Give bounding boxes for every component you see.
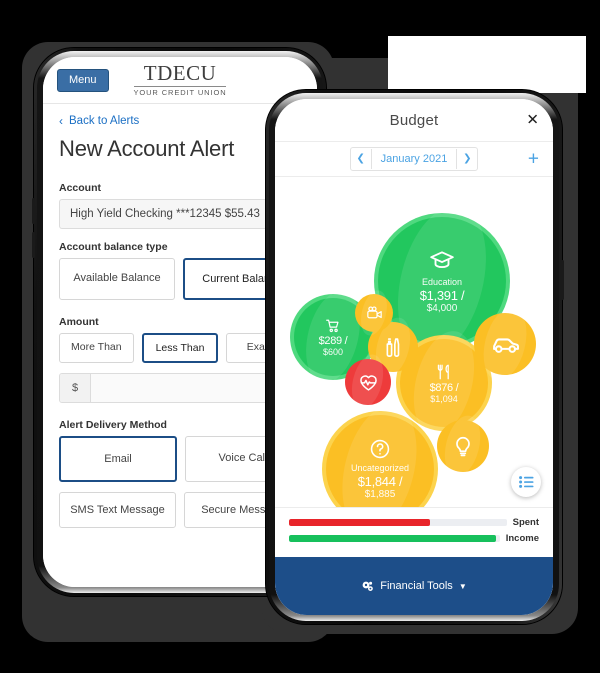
list-view-button[interactable]: [511, 467, 541, 497]
lightbulb-icon: [456, 436, 470, 457]
bubble-budget-value: $600: [322, 346, 344, 357]
list-icon: [518, 476, 533, 488]
volume-down-button[interactable]: [32, 232, 35, 258]
right-phone-device: Budget ✕ ❮ January 2021 ❯ + $876 /$1,094…: [266, 90, 564, 624]
balance-type-options: Available Balance Current Balance: [59, 258, 301, 300]
budget-bubble[interactable]: [474, 313, 536, 375]
budget-bubble[interactable]: [437, 420, 489, 472]
bubble-category-name: Education: [421, 277, 463, 287]
right-phone-screen: Budget ✕ ❮ January 2021 ❯ + $876 /$1,094…: [275, 99, 553, 615]
car-icon: [491, 330, 520, 359]
bubble-spent-value: $876 /: [429, 381, 459, 394]
option-available-balance[interactable]: Available Balance: [59, 258, 175, 300]
legend-label: Income: [505, 533, 539, 544]
tools-icon: [361, 580, 374, 593]
amount-input-group: $: [59, 373, 301, 403]
bubble-budget-value: $1,094: [430, 393, 458, 404]
car-icon: [492, 337, 519, 353]
chevron-right-icon[interactable]: ❯: [457, 149, 477, 169]
budget-bubble-chart: $876 /$1,094 $289 /$600 Uncategorized $1,84…: [275, 177, 553, 507]
account-label: Account: [59, 182, 101, 194]
lightbulb-icon: [451, 434, 475, 458]
month-nav: ❮ January 2021 ❯: [349, 147, 479, 171]
legend-row: Income: [289, 533, 539, 544]
back-link-label: Back to Alerts: [69, 115, 140, 127]
bubble-spent-value: $289 /: [318, 334, 348, 347]
budget-legend: Spent Income: [275, 507, 553, 557]
question-icon: [369, 438, 391, 460]
chevron-left-icon[interactable]: ❮: [351, 149, 371, 169]
utensils-icon: [435, 363, 453, 381]
film-icon: [366, 305, 383, 322]
balance-type-label: Account balance type: [59, 241, 168, 253]
volume-up-button[interactable]: [32, 198, 35, 224]
budget-title: Budget: [389, 111, 439, 129]
bubble-category-name: Uncategorized: [350, 463, 410, 473]
financial-tools-label: Financial Tools: [380, 580, 453, 592]
budget-app: Budget ✕ ❮ January 2021 ❯ + $876 /$1,094…: [275, 99, 553, 615]
logo-rule: [134, 86, 226, 88]
legend-bar-fill: [289, 535, 496, 542]
delivery-method-label: Alert Delivery Method: [59, 419, 167, 431]
legend-bar-fill: [289, 519, 431, 526]
legend-bar-track: [289, 519, 507, 526]
bubble-spent-value: $1,391 /: [419, 288, 465, 303]
budget-bubble[interactable]: Uncategorized $1,844 /$1,885: [326, 415, 434, 507]
delivery-row-1: Email Voice Call: [59, 436, 301, 482]
question-icon: [370, 439, 390, 459]
app-header: Menu TDECU YOUR CREDIT UNION: [43, 57, 317, 104]
month-navigation-bar: ❮ January 2021 ❯ +: [275, 142, 553, 177]
heart-pulse-icon: [358, 372, 379, 393]
bubble-budget-value: $1,885: [364, 489, 396, 500]
graduation-cap-icon: [429, 248, 455, 274]
delivery-option-sms[interactable]: SMS Text Message: [59, 492, 176, 528]
menu-button[interactable]: Menu: [57, 68, 109, 92]
delivery-option-email[interactable]: Email: [59, 436, 177, 482]
heart-pulse-icon: [359, 374, 377, 391]
plus-icon[interactable]: +: [528, 150, 539, 169]
legend-bar-track: [289, 535, 500, 542]
mockup-stage: Menu TDECU YOUR CREDIT UNION ‹ Back to A…: [0, 0, 600, 673]
power-button[interactable]: [561, 260, 564, 300]
film-icon: [366, 305, 382, 318]
white-overlay-rect: [388, 36, 586, 93]
cart-icon: [326, 319, 339, 332]
cart-icon: [325, 318, 341, 334]
graduation-cap-icon: [430, 251, 454, 268]
legend-row: Spent: [289, 517, 539, 528]
financial-tools-bar[interactable]: Financial Tools ▼: [275, 557, 553, 615]
option-more-than[interactable]: More Than: [59, 333, 134, 363]
bubble-budget-value: $4,000: [426, 303, 458, 314]
budget-bubble[interactable]: [355, 294, 393, 332]
option-less-than[interactable]: Less Than: [141, 333, 219, 363]
bubble-spent-value: $1,844 /: [357, 474, 403, 489]
chevron-left-icon: ‹: [59, 114, 63, 128]
toiletries-icon: [382, 336, 405, 359]
amount-label: Amount: [59, 316, 99, 328]
currency-prefix: $: [60, 374, 92, 402]
chevron-down-icon: ▼: [458, 581, 467, 591]
month-label[interactable]: January 2021: [370, 149, 458, 169]
account-select[interactable]: High Yield Checking ***12345 $55.43: [59, 199, 301, 229]
toiletries-icon: [386, 337, 399, 357]
budget-header: Budget ✕: [275, 99, 553, 142]
utensils-icon: [437, 364, 449, 379]
legend-label: Spent: [512, 517, 539, 528]
amount-comparator-options: More Than Less Than Exactly: [59, 333, 302, 363]
delivery-row-2: SMS Text Message Secure Message: [59, 492, 301, 528]
budget-bubble[interactable]: [345, 359, 391, 405]
close-icon[interactable]: ✕: [526, 113, 539, 128]
